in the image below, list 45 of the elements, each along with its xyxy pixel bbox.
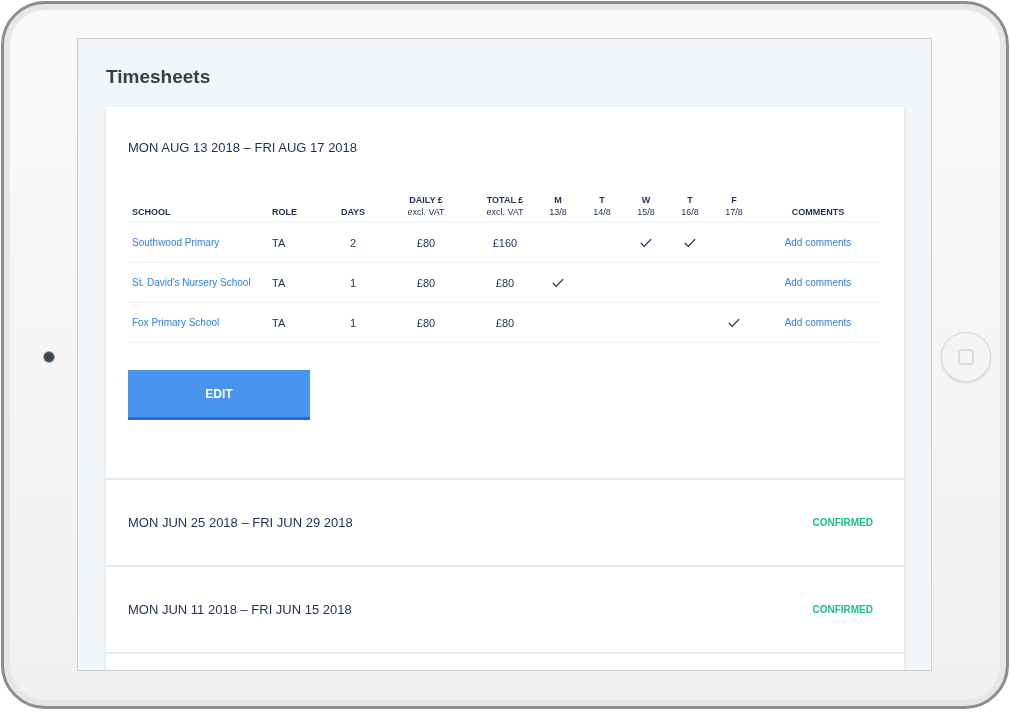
camera-icon	[44, 352, 54, 362]
school-link[interactable]: Southwood Primary	[132, 237, 220, 248]
column-header: T	[599, 194, 605, 206]
add-comments-link[interactable]: Add comments	[784, 237, 852, 248]
page-title: Timesheets	[106, 65, 212, 89]
week-date-range[interactable]: MON JUN 25 2018 – FRI JUN 29 2018	[128, 515, 353, 530]
table-cell: TA	[272, 236, 286, 249]
status-label: CONFIRMED	[812, 604, 873, 615]
table-cell: TA	[272, 316, 286, 329]
column-subheader: excl. VAT	[486, 206, 524, 218]
week-date-range[interactable]: MON JUN 11 2018 – FRI JUN 15 2018	[128, 602, 352, 617]
column-header: F	[731, 194, 737, 206]
column-subheader: excl. VAT	[407, 206, 445, 218]
column-subheader: 15/8	[637, 206, 655, 218]
table-cell: 2	[349, 236, 357, 249]
column-header: ROLE	[272, 206, 297, 218]
school-link[interactable]: St. David's Nursery School	[132, 277, 251, 288]
table-cell: TA	[272, 276, 286, 289]
column-header: T	[687, 194, 693, 206]
column-header: TOTAL £	[486, 194, 524, 206]
table-cell: £80	[495, 316, 515, 329]
add-comments-link[interactable]: Add comments	[784, 277, 852, 288]
column-header: DAILY £	[409, 194, 443, 206]
add-comments-link[interactable]: Add comments	[784, 317, 852, 328]
column-header: DAYS	[340, 206, 366, 218]
table-cell: £160	[492, 236, 518, 249]
column-header: M	[554, 194, 562, 206]
table-cell: 1	[349, 276, 357, 289]
column-header: SCHOOL	[132, 206, 171, 218]
column-header: W	[641, 194, 651, 206]
column-header: COMMENTS	[791, 206, 845, 218]
table-cell: £80	[416, 236, 436, 249]
week-date-range: MON AUG 13 2018 – FRI AUG 17 2018	[128, 140, 358, 155]
table-cell: £80	[416, 316, 436, 329]
edit-button[interactable]: EDIT	[128, 370, 310, 420]
table-cell: 1	[349, 316, 357, 329]
home-button-icon	[941, 332, 991, 382]
table-cell: £80	[495, 276, 515, 289]
school-link[interactable]: Fox Primary School	[132, 317, 220, 328]
column-subheader: 16/8	[681, 206, 699, 218]
column-subheader: 13/8	[549, 206, 567, 218]
column-subheader: 17/8	[725, 206, 743, 218]
status-label: CONFIRMED	[812, 517, 873, 528]
column-subheader: 14/8	[593, 206, 611, 218]
table-cell: £80	[416, 276, 436, 289]
